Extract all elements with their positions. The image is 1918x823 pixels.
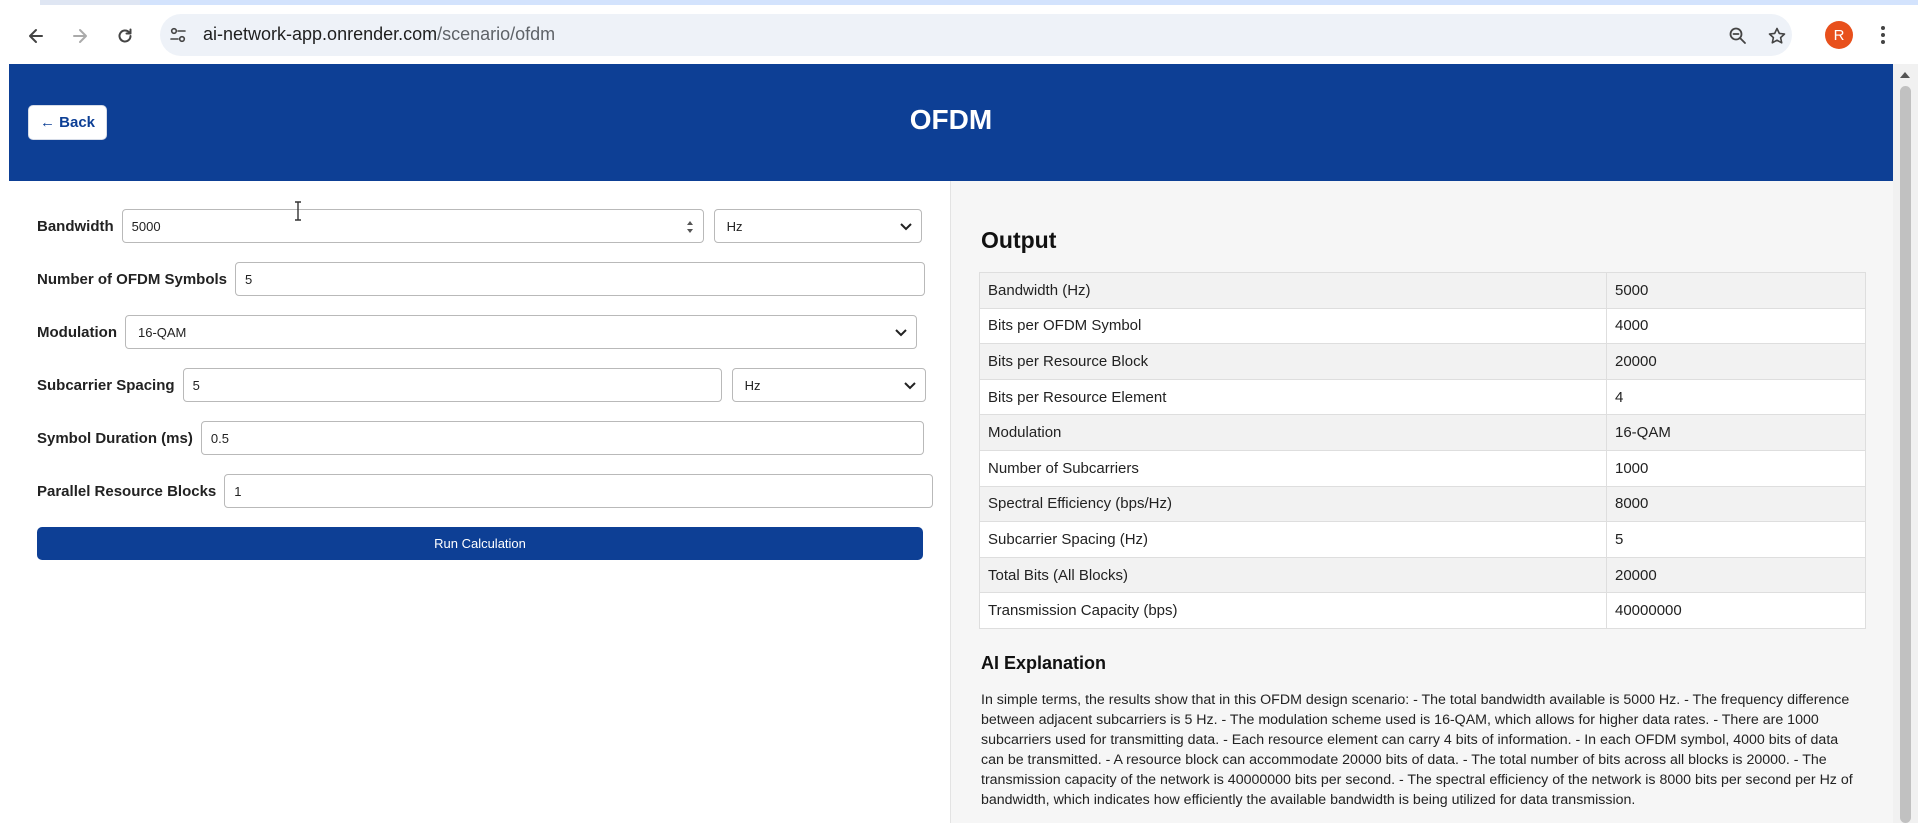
tab-strip (0, 0, 1918, 5)
output-table-row: Subcarrier Spacing (Hz) 5 (979, 521, 1866, 558)
ai-explanation-text: In simple terms, the results show that i… (981, 692, 1853, 808)
ofdm-symbols-value: 5 (245, 271, 253, 287)
arrow-right-icon (73, 29, 87, 43)
page-title: OFDM (909, 104, 993, 135)
output-table-row: Total Bits (All Blocks) 20000 (979, 556, 1866, 594)
resource-blocks-value: 1 (234, 483, 242, 499)
page-scrollbar[interactable] (1893, 64, 1918, 823)
output-value-cell: 4000 (1606, 307, 1866, 345)
output-table-row: Transmission Capacity (bps) 40000000 (979, 592, 1866, 629)
output-key-cell: Subcarrier Spacing (Hz) (979, 521, 1607, 558)
scroll-thumb[interactable] (1900, 86, 1911, 823)
site-info-icon[interactable] (166, 23, 190, 47)
output-key-cell: Total Bits (All Blocks) (979, 556, 1607, 594)
reload-icon (118, 28, 132, 43)
output-value-cell: 40000000 (1606, 592, 1866, 629)
bandwidth-value: 5000 (131, 218, 161, 234)
output-table-row: Spectral Efficiency (bps/Hz) 8000 (979, 485, 1866, 523)
output-table-row: Bits per Resource Block 20000 (979, 343, 1866, 380)
browser-toolbar: ai-network-app.onrender.com/scenario/ofd… (0, 0, 1918, 64)
output-key-cell: Transmission Capacity (bps) (979, 592, 1607, 629)
output-value-cell: 4 (1606, 378, 1866, 416)
modulation-row: Modulation 16-QAM (37, 315, 917, 349)
output-panel: Output Bandwidth (Hz) 5000 Bits per OFDM S… (950, 181, 1893, 823)
text-cursor-icon (295, 201, 301, 221)
bandwidth-label: Bandwidth (37, 217, 114, 235)
avatar-letter: R (1833, 26, 1845, 44)
output-table-row: Bits per Resource Element 4 (979, 378, 1866, 416)
modulation-label: Modulation (37, 323, 117, 341)
active-tab-edge (0, 0, 40, 5)
bookmark-star-icon[interactable] (1763, 22, 1791, 50)
back-nav-button[interactable] (22, 22, 50, 50)
output-title: Output (981, 227, 1057, 253)
output-key-cell: Spectral Efficiency (bps/Hz) (979, 485, 1607, 523)
ofdm-symbols-input[interactable]: 5 (235, 262, 926, 296)
url-host: ai-network-app.onrender.com (203, 24, 438, 44)
subcarrier-spacing-label: Subcarrier Spacing (37, 376, 175, 394)
bandwidth-input[interactable]: 5000 (121, 209, 704, 243)
profile-avatar[interactable]: R (1825, 21, 1853, 49)
output-table: Bandwidth (Hz) 5000 Bits per OFDM Symbol 40… (979, 272, 1866, 629)
scroll-up-icon[interactable] (1899, 70, 1911, 80)
output-value-cell: 20000 (1606, 343, 1866, 380)
forward-nav-button[interactable] (66, 22, 94, 50)
run-calculation-button[interactable]: Run Calculation (37, 527, 923, 560)
resource-blocks-row: Parallel Resource Blocks 1 (37, 474, 934, 508)
spacing-unit-value: Hz (744, 377, 761, 393)
subcarrier-spacing-row: Subcarrier Spacing 5 Hz (37, 368, 926, 402)
output-key-cell: Number of Subcarriers (979, 449, 1607, 487)
modulation-value: 16-QAM (137, 324, 187, 340)
chevron-down-icon (903, 382, 916, 390)
output-value-cell: 8000 (1606, 485, 1866, 523)
output-key-cell: Modulation (979, 414, 1607, 451)
ofdm-symbols-label: Number of OFDM Symbols (37, 270, 228, 288)
output-value-cell: 1000 (1606, 449, 1866, 487)
tab-strip-background (140, 0, 1918, 5)
reload-button[interactable] (111, 22, 139, 50)
output-value-cell: 16-QAM (1606, 414, 1866, 451)
chevron-down-icon (895, 329, 907, 337)
output-table-row: Bits per OFDM Symbol 4000 (979, 307, 1866, 345)
output-key-cell: Bits per Resource Block (979, 343, 1607, 380)
resource-blocks-input[interactable]: 1 (224, 474, 934, 508)
output-value-cell: 5000 (1606, 272, 1866, 309)
symbol-duration-input[interactable]: 0.5 (200, 421, 924, 455)
symbol-duration-value: 0.5 (210, 430, 229, 446)
subcarrier-spacing-input[interactable]: 5 (182, 368, 722, 402)
ofdm-symbols-row: Number of OFDM Symbols 5 (37, 262, 926, 296)
symbol-duration-row: Symbol Duration (ms) 0.5 (37, 421, 924, 455)
url-path: /scenario/ofdm (437, 24, 556, 44)
page-content: ← Back OFDM Bandwidth 5000 Hz Number of … (9, 64, 1893, 823)
output-table-row: Number of Subcarriers 1000 (979, 449, 1866, 487)
bandwidth-unit-value: Hz (726, 218, 743, 234)
resource-blocks-label: Parallel Resource Blocks (37, 482, 217, 500)
spacing-unit-select[interactable]: Hz (731, 368, 926, 402)
subcarrier-spacing-value: 5 (192, 377, 200, 393)
number-spinner-icon[interactable] (685, 218, 695, 236)
modulation-select[interactable]: 16-QAM (124, 315, 917, 349)
output-key-cell: Bits per OFDM Symbol (979, 307, 1607, 345)
bandwidth-unit-select[interactable]: Hz (713, 209, 922, 243)
output-key-cell: Bits per Resource Element (979, 378, 1607, 416)
ai-explanation-title: AI Explanation (981, 653, 1107, 673)
zoom-icon[interactable] (1724, 22, 1752, 50)
output-value-cell: 20000 (1606, 556, 1866, 594)
output-table-row: Bandwidth (Hz) 5000 (979, 272, 1866, 309)
chevron-down-icon (899, 223, 912, 231)
bandwidth-row: Bandwidth 5000 Hz (37, 209, 922, 243)
arrow-left-icon (29, 29, 43, 43)
symbol-duration-label: Symbol Duration (ms) (37, 429, 193, 447)
output-key-cell: Bandwidth (Hz) (979, 272, 1607, 309)
browser-menu-icon[interactable] (1870, 21, 1896, 49)
url-text[interactable]: ai-network-app.onrender.com/scenario/ofd… (203, 24, 555, 45)
output-value-cell: 5 (1606, 521, 1866, 558)
page-header: ← Back OFDM (9, 64, 1893, 181)
output-table-row: Modulation 16-QAM (979, 414, 1866, 451)
